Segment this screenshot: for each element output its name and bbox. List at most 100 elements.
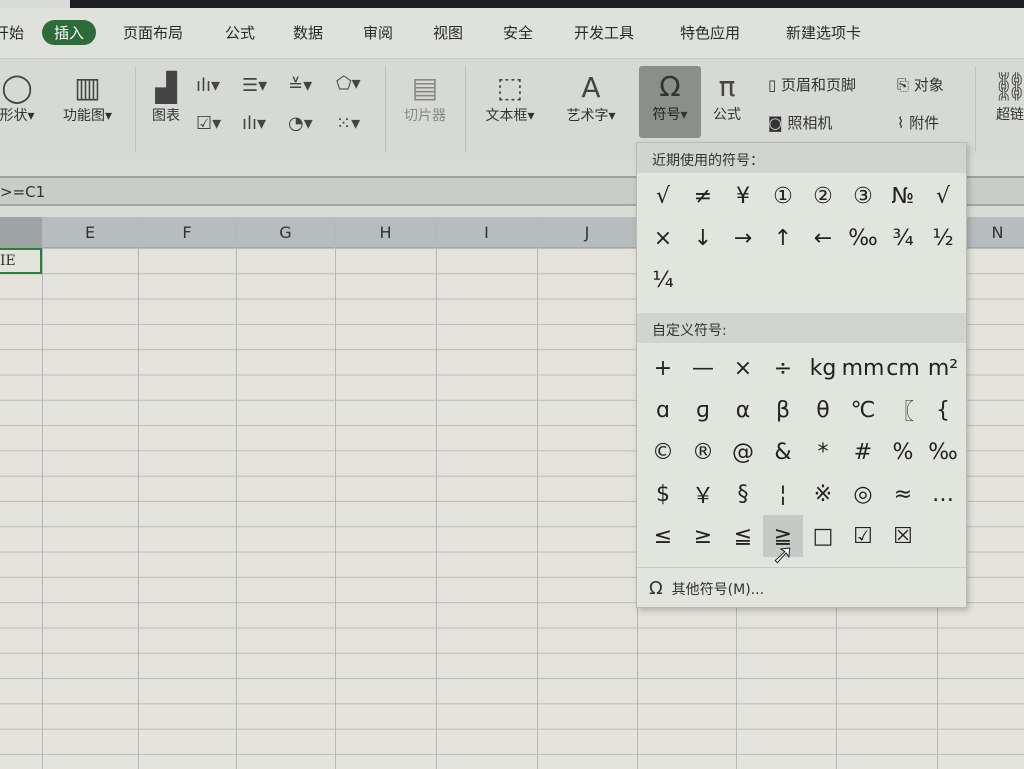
symbol-item[interactable]: § [723,473,763,515]
symbol-item[interactable]: ¾ [883,217,923,259]
shape-button[interactable]: ◯ 形状▾ [0,71,42,125]
hyperlink-button[interactable]: ⛓ 超链 [985,70,1024,124]
symbol-item[interactable]: ◎ [843,473,883,515]
column-header-e[interactable]: E [42,223,138,242]
slicer-button[interactable]: ▤ 切片器 [395,71,455,125]
symbol-item[interactable]: + [643,347,683,389]
textbox-button[interactable]: ⬚ 文本框▾ [476,71,544,125]
symbol-item[interactable]: θ [803,389,843,431]
symbol-item[interactable]: 〖 [883,389,923,431]
column-header-n[interactable]: N [970,223,1024,242]
tab-security[interactable]: 安全 [503,22,533,43]
symbol-item[interactable]: ½ [923,217,963,259]
symbol-item[interactable]: ‰ [923,431,963,473]
camera-button[interactable]: ◙ 照相机 [768,112,832,133]
symbol-item[interactable]: × [643,217,683,259]
symbol-item[interactable]: √ [643,175,683,217]
header-footer-button[interactable]: ▯ 页眉和页脚 [768,74,856,95]
tab-home[interactable]: 开始 [0,22,24,43]
tab-data[interactable]: 数据 [293,22,323,43]
symbol-item[interactable]: ③ [843,175,883,217]
symbol-item[interactable]: * [803,431,843,473]
tab-features[interactable]: 特色应用 [680,22,740,43]
symbol-item[interactable]: m² [923,347,963,389]
symbol-item[interactable]: kg [803,347,843,389]
attachment-button[interactable]: ⌇ 附件 [897,112,939,133]
symbol-item[interactable]: ¼ [643,259,683,301]
symbol-item[interactable]: ɑ [643,389,683,431]
symbol-item[interactable]: ☒ [883,515,923,557]
line-chart-icon[interactable]: ≚▾ [288,75,312,96]
tab-review[interactable]: 审阅 [363,22,393,43]
symbol-item[interactable]: × [723,347,763,389]
symbol-item[interactable]: ÷ [763,347,803,389]
tab-page-layout[interactable]: 页面布局 [123,22,183,43]
symbol-button[interactable]: Ω 符号▾ [639,66,701,138]
symbol-item[interactable]: ≦ [723,515,763,557]
tab-new[interactable]: 新建选项卡 [786,22,861,43]
funcmap-button[interactable]: ▥ 功能图▾ [55,71,120,125]
symbol-item[interactable]: β [763,389,803,431]
tab-insert[interactable]: 插入 [42,20,97,45]
column-header-h[interactable]: H [335,223,436,242]
bar-chart-h-icon[interactable]: ☰▾ [242,75,267,96]
symbol-item[interactable]: ® [683,431,723,473]
symbol-item[interactable]: ☑ [843,515,883,557]
symbol-item[interactable]: ¥ [723,175,763,217]
symbol-item[interactable]: — [683,347,723,389]
symbol-item[interactable]: ≈ [883,473,923,515]
symbol-item[interactable]: ↓ [683,217,723,259]
symbol-item[interactable]: ɡ [683,389,723,431]
column-chart-icon[interactable]: ılı▾ [196,75,220,96]
column-header-i[interactable]: I [436,223,537,242]
symbol-item[interactable]: … [923,473,963,515]
symbol-item[interactable]: ① [763,175,803,217]
symbol-item[interactable]: ※ [803,473,843,515]
symbol-item[interactable]: √ [923,175,963,217]
pie-chart-icon[interactable]: ◔▾ [288,113,313,134]
symbol-item[interactable]: → [723,217,763,259]
funcmap-icon: ▥ [74,71,101,104]
wordart-button[interactable]: A 艺术字▾ [556,71,626,125]
symbol-item[interactable]: { [923,389,963,431]
column-header-j[interactable]: J [537,223,637,242]
column-header-f[interactable]: F [138,223,236,242]
symbol-item[interactable]: @ [723,431,763,473]
symbol-item[interactable]: α [723,389,763,431]
active-cell[interactable]: IE [0,248,42,274]
symbol-item[interactable]: ≥ [683,515,723,557]
tab-formulas[interactable]: 公式 [225,22,255,43]
symbol-item[interactable]: mm [842,347,885,389]
area-chart-icon[interactable]: ☑▾ [196,113,221,134]
stock-chart-icon[interactable]: ılı▾ [242,113,266,134]
symbol-item[interactable]: ≠ [683,175,723,217]
shape-icon: ◯ [1,71,33,104]
symbol-item[interactable]: □ [803,515,843,557]
symbol-item[interactable]: # [843,431,883,473]
symbol-item[interactable]: $ [643,473,683,515]
chart-button[interactable]: ▟ 图表 [146,71,186,125]
tab-view[interactable]: 视图 [433,22,463,43]
symbol-item[interactable]: cm [883,347,923,389]
symbol-item[interactable]: ↑ [763,217,803,259]
symbol-item[interactable]: % [883,431,923,473]
scatter-chart-icon[interactable]: ⁙▾ [336,113,360,134]
symbol-item[interactable]: ℃ [843,389,883,431]
symbol-item[interactable]: © [643,431,683,473]
camera-icon: ◙ [768,114,783,132]
column-header-g[interactable]: G [236,223,335,242]
radar-chart-icon[interactable]: ⬠▾ [336,73,361,94]
object-button[interactable]: ⎘ 对象 [897,74,944,95]
symbol-item[interactable]: ￥ [683,473,723,515]
tab-developer[interactable]: 开发工具 [574,22,634,43]
symbol-item[interactable]: ② [803,175,843,217]
symbol-item[interactable]: ‰ [843,217,883,259]
symbol-item[interactable]: ← [803,217,843,259]
symbol-item[interactable]: № [883,175,923,217]
more-symbols-button[interactable]: Ω 其他符号(M)... [637,567,966,607]
symbol-item[interactable]: ≤ [643,515,683,557]
equation-button[interactable]: π 公式 [705,70,749,124]
symbol-item[interactable]: & [763,431,803,473]
column-header-d[interactable] [0,217,42,248]
symbol-item[interactable]: ¦ [763,473,803,515]
